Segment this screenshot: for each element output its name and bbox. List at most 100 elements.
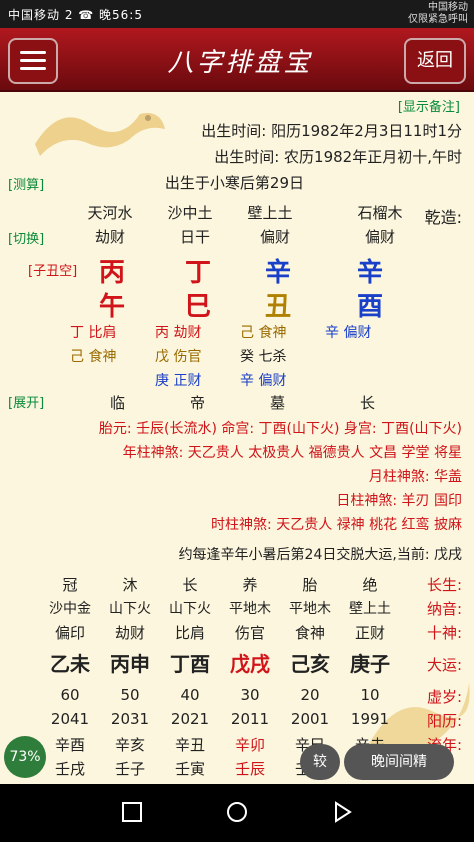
- ny-1: 壁上土: [349, 601, 391, 617]
- menu-button[interactable]: [8, 38, 58, 84]
- status-left: 中国移动 2 ☎ 晚56:5: [8, 8, 143, 22]
- ln2-6[interactable]: 壬戌: [45, 758, 95, 779]
- expand-link[interactable]: [展开]: [8, 392, 44, 411]
- shensha-month: 月柱神煞: 华盖: [368, 469, 462, 485]
- canggan-month-2: 癸 七杀: [240, 349, 287, 365]
- measure-link[interactable]: [测算]: [8, 174, 44, 193]
- nayin-month: 壁上土: [247, 204, 293, 222]
- ln1-4[interactable]: 辛丑: [165, 734, 215, 755]
- yr-3: 2011: [230, 710, 270, 728]
- dy-1[interactable]: 庚子: [345, 648, 395, 677]
- age-5: 50: [120, 686, 140, 704]
- status-bar: 中国移动 2 ☎ 晚56:5 中国移动 仅限紧急呼叫: [0, 0, 474, 28]
- app-title: 八字排盘宝: [167, 48, 313, 78]
- age-1: 10: [360, 686, 380, 704]
- ss-4: 比肩: [174, 624, 205, 642]
- home-icon[interactable]: [225, 800, 249, 824]
- ln2-3[interactable]: 壬辰: [225, 758, 275, 779]
- shensha-hour: 时柱神煞: 天乙贵人 禄神 桃花 红鸾 披麻: [211, 517, 462, 533]
- shensha-taiyuan: 胎元: 壬辰(长流水) 命宫: 丁酉(山下火) 身宫: 丁酉(山下火): [98, 421, 462, 437]
- emergency-note: 仅限紧急呼叫: [408, 14, 468, 25]
- system-nav-bar: [0, 784, 474, 842]
- canggan-hour-1: 丁 比肩: [70, 325, 117, 341]
- ln1-5[interactable]: 辛亥: [105, 734, 155, 755]
- canggan-month-1: 己 食神: [240, 325, 287, 341]
- yr-5: 2031: [110, 710, 150, 728]
- shier-month: 墓: [270, 394, 286, 412]
- tiangan-year: 辛: [356, 258, 383, 288]
- label-shishen: 十神:: [426, 624, 462, 642]
- ss-5: 劫财: [114, 624, 145, 642]
- tiangan-month: 辛: [264, 258, 291, 288]
- cs-6: 冠: [62, 576, 78, 594]
- ln2-5[interactable]: 壬子: [105, 758, 155, 779]
- back-nav-icon[interactable]: [330, 800, 354, 824]
- shier-hour: 临: [110, 394, 126, 412]
- label-dayun: 大运:: [426, 656, 462, 674]
- recent-apps-icon[interactable]: [120, 800, 144, 824]
- main-content: [显示备注] 出生时间: 阳历1982年2月3日11时1分 出生时间: 农历19…: [0, 92, 474, 784]
- dizhi-hour: 午: [98, 292, 125, 322]
- ss-2: 食神: [294, 624, 325, 642]
- cs-1: 绝: [362, 576, 378, 594]
- cs-5: 沐: [122, 576, 138, 594]
- cs-2: 胎: [302, 576, 318, 594]
- label-changsheng: 长生:: [426, 576, 462, 594]
- dizhi-day: 巳: [184, 292, 211, 322]
- label-year: 阳历:: [426, 712, 462, 730]
- compare-button[interactable]: 较: [300, 744, 340, 780]
- age-3: 30: [240, 686, 260, 704]
- ln1-6[interactable]: 辛酉: [45, 734, 95, 755]
- nayin-day: 沙中土: [167, 204, 213, 222]
- ny-6: 沙中金: [49, 601, 91, 617]
- show-notes-link[interactable]: [显示备注]: [398, 96, 460, 115]
- label-age: 虚岁:: [426, 688, 462, 706]
- nayin-hour: 天河水: [87, 204, 133, 222]
- app-root: 中国移动 2 ☎ 晚56:5 中国移动 仅限紧急呼叫 八字排盘宝 返回 [显示备…: [0, 0, 474, 842]
- ln2-4[interactable]: 壬寅: [165, 758, 215, 779]
- tiangan-day: 丁: [184, 258, 211, 288]
- yr-2: 2001: [290, 710, 330, 728]
- ny-5: 山下火: [109, 601, 151, 617]
- share-button[interactable]: 晚间间精: [344, 744, 454, 780]
- shensha-year: 年柱神煞: 天乙贵人 太极贵人 福德贵人 文昌 学堂 将星: [122, 445, 462, 461]
- chart-label: 乾造:: [424, 208, 462, 227]
- ln1-3[interactable]: 辛卯: [225, 734, 275, 755]
- shishen-month: 偏财: [259, 228, 290, 246]
- canggan-day-2: 戊 伤官: [155, 349, 202, 365]
- cs-4: 长: [182, 576, 198, 594]
- dy-2[interactable]: 己亥: [285, 648, 335, 677]
- age-4: 40: [180, 686, 200, 704]
- dy-6[interactable]: 乙未: [45, 648, 95, 677]
- nayin-year: 石榴木: [357, 204, 403, 222]
- canggan-hour-2: 己 食神: [70, 349, 117, 365]
- dragon-decoration-icon: [35, 113, 165, 156]
- lunar-birth: 出生时间: 农历1982年正月初十,午时: [214, 148, 462, 166]
- switch-link[interactable]: [切换]: [8, 228, 44, 247]
- age-6: 60: [60, 686, 80, 704]
- app-bar: 八字排盘宝 返回: [0, 28, 474, 92]
- dy-4[interactable]: 丁酉: [165, 648, 215, 677]
- label-nayin: 纳音:: [426, 600, 462, 618]
- progress-badge[interactable]: 73%: [4, 736, 46, 778]
- dayun-intro: 约每逢辛年小暑后第24日交脱大运,当前: 戊戌: [178, 547, 462, 563]
- shishen-hour: 劫财: [94, 228, 125, 246]
- canggan-day-1: 丙 劫财: [155, 325, 202, 341]
- back-button[interactable]: 返回: [404, 38, 466, 84]
- solar-birth: 出生时间: 阳历1982年2月3日11时1分: [201, 122, 462, 140]
- shier-year: 长: [360, 394, 376, 412]
- canggan-year-1: 辛 偏财: [325, 325, 372, 341]
- dy-5[interactable]: 丙申: [105, 648, 155, 677]
- kongwang-tag: [子丑空]: [28, 264, 78, 279]
- yr-4: 2021: [170, 710, 210, 728]
- tiangan-hour: 丙: [98, 258, 125, 288]
- dy-3[interactable]: 戊戌: [225, 648, 275, 677]
- ss-6: 偏印: [54, 624, 85, 642]
- shier-day: 帝: [190, 394, 206, 412]
- shishen-year: 偏财: [364, 228, 395, 246]
- dizhi-year: 酉: [356, 292, 383, 322]
- yr-1: 1991: [350, 710, 390, 728]
- status-right: 中国移动 仅限紧急呼叫: [408, 2, 468, 26]
- yr-6: 2041: [50, 710, 90, 728]
- ss-1: 正财: [354, 624, 385, 642]
